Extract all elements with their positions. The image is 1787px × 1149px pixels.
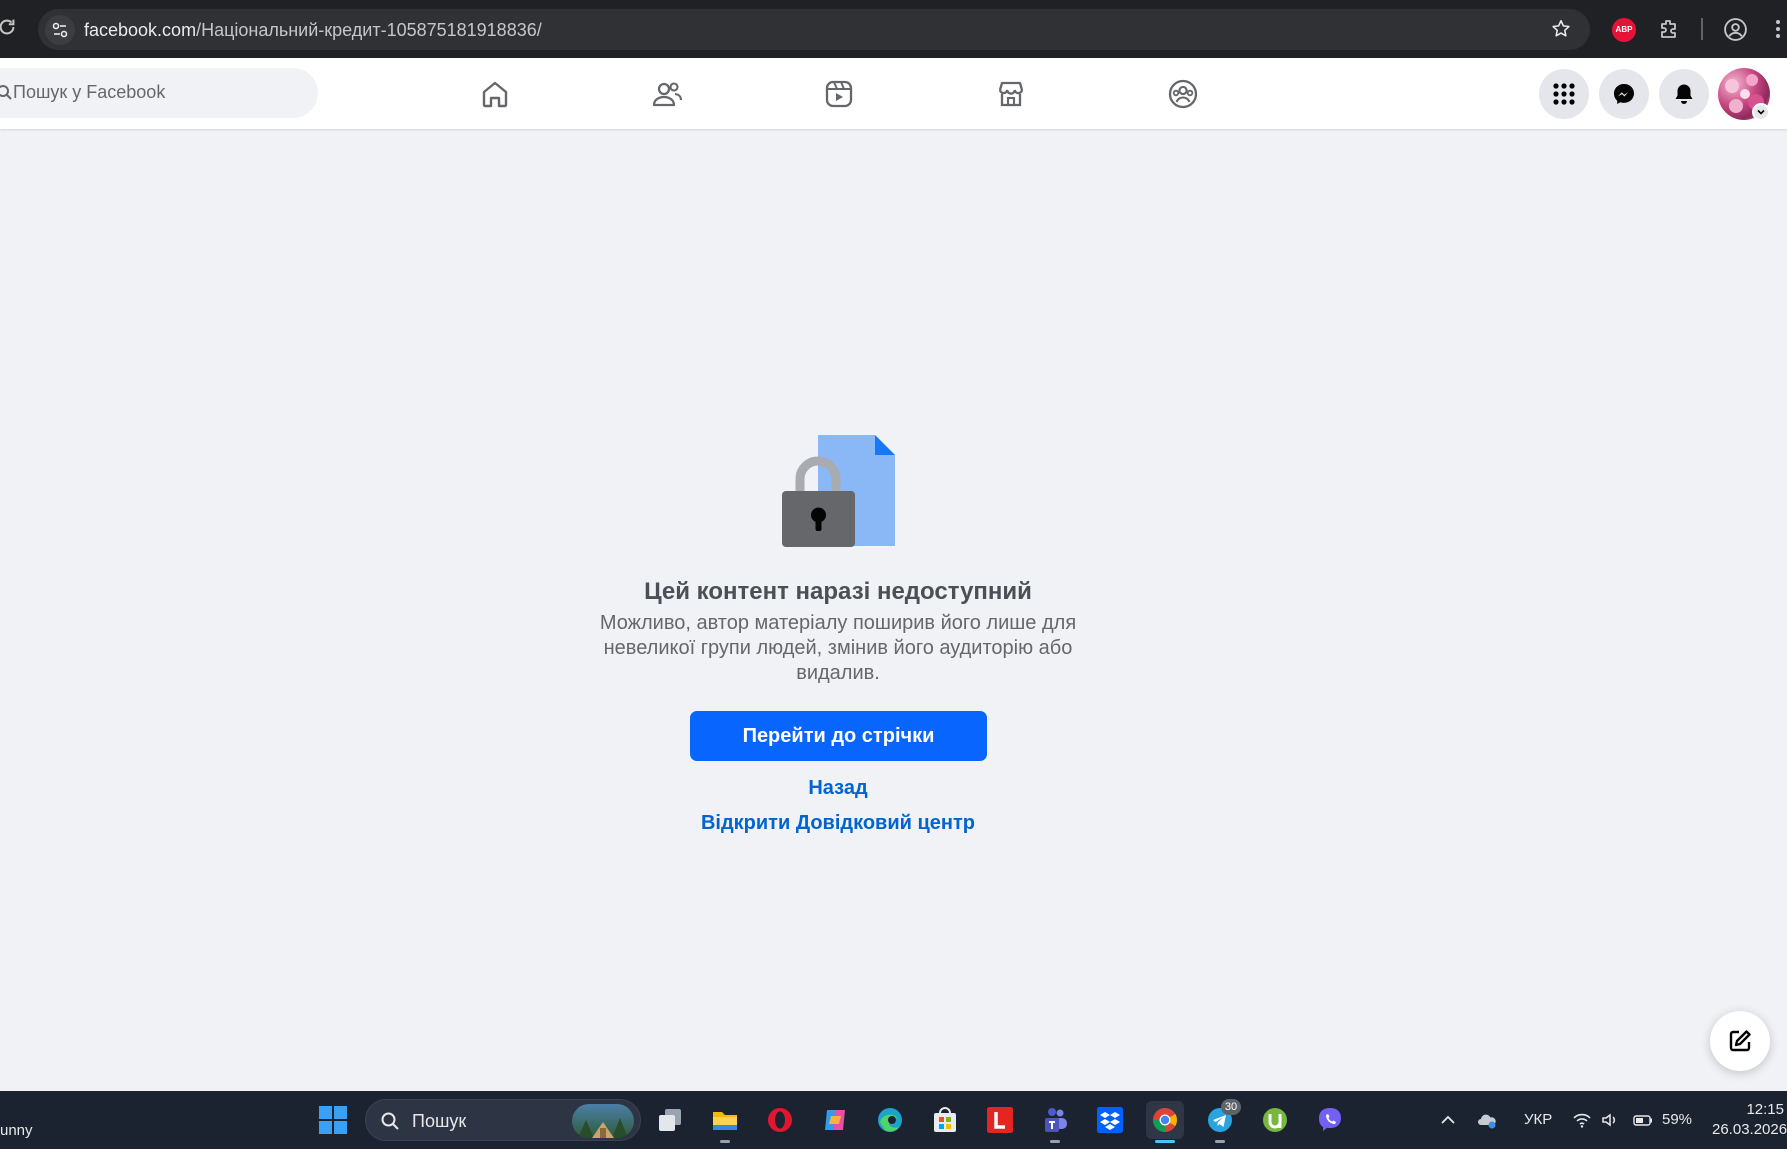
telegram-unread-badge: 30	[1221, 1099, 1241, 1115]
address-bar[interactable]: facebook.com/Національний-кредит-1058751…	[38, 9, 1590, 50]
l-letter-icon	[987, 1107, 1013, 1133]
language-indicator[interactable]: УКР	[1524, 1111, 1552, 1128]
grid-menu-icon	[1553, 83, 1575, 105]
copilot-icon	[825, 1110, 845, 1130]
url-path: /Національний-кредит-105875181918836/	[196, 20, 542, 40]
help-center-link[interactable]: Відкрити Довідковий центр	[538, 812, 1138, 835]
clock-date: 26.03.2026	[1712, 1121, 1787, 1138]
unavailable-description: Можливо, автор матеріалу поширив його ли…	[599, 612, 1077, 684]
task-view-icon	[659, 1109, 681, 1131]
compose-icon	[1729, 1030, 1751, 1052]
opera-icon	[768, 1108, 792, 1132]
site-info-icon[interactable]	[45, 15, 75, 45]
reload-icon[interactable]	[0, 16, 18, 38]
windows-start-icon[interactable]	[318, 1105, 348, 1135]
edge-icon	[878, 1108, 902, 1132]
search-placeholder: Пошук у Facebook	[13, 82, 166, 102]
marketplace-icon[interactable]	[995, 78, 1027, 110]
copilot-app[interactable]	[816, 1101, 854, 1139]
teams-icon	[1045, 1108, 1067, 1132]
go-to-feed-button[interactable]: Перейти до стрічки	[690, 711, 987, 761]
lingvo-app[interactable]	[981, 1101, 1019, 1139]
facebook-header: Пошук у Facebook	[0, 58, 1787, 129]
groups-icon[interactable]	[1167, 78, 1199, 110]
store-icon	[934, 1107, 956, 1132]
chevron-up-icon[interactable]	[1438, 1110, 1458, 1130]
home-icon[interactable]	[479, 78, 511, 110]
browser-menu-icon[interactable]	[1772, 17, 1784, 41]
dropbox-icon	[1097, 1107, 1123, 1133]
utorrent-app[interactable]	[1256, 1101, 1294, 1139]
task-view-app[interactable]	[651, 1101, 689, 1139]
bell-icon	[1675, 84, 1693, 104]
microsoft-store-app[interactable]	[926, 1101, 964, 1139]
messenger-icon	[1614, 84, 1634, 104]
windows-taskbar: unny Пошук 30 УКР 59% 12:15 26.03.2026	[0, 1091, 1787, 1149]
toolbar-divider	[1701, 18, 1703, 40]
bookmark-star-icon[interactable]	[1550, 18, 1572, 40]
locked-content-icon	[782, 435, 895, 547]
clock-time: 12:15	[1746, 1101, 1784, 1118]
messenger-button[interactable]	[1599, 69, 1649, 119]
edge-app[interactable]	[871, 1101, 909, 1139]
folder-icon	[713, 1112, 737, 1130]
battery-icon[interactable]	[1633, 1110, 1653, 1130]
weather-widget[interactable]: unny	[0, 1122, 33, 1139]
chrome-app[interactable]	[1146, 1101, 1184, 1143]
search-icon	[0, 85, 12, 100]
friends-icon[interactable]	[651, 78, 683, 110]
adblock-extension-icon[interactable]: ABP	[1612, 18, 1636, 42]
dropbox-app[interactable]	[1091, 1101, 1129, 1139]
search-icon	[381, 1112, 399, 1130]
file-explorer-app[interactable]	[706, 1101, 744, 1143]
menu-button[interactable]	[1539, 69, 1589, 119]
wifi-icon[interactable]	[1572, 1110, 1592, 1130]
taskbar-search[interactable]: Пошук	[365, 1099, 641, 1141]
notifications-button[interactable]	[1659, 69, 1709, 119]
viber-app[interactable]	[1311, 1101, 1349, 1139]
teams-app[interactable]	[1036, 1101, 1074, 1143]
search-highlight-image	[572, 1104, 634, 1138]
clock[interactable]: 12:15 26.03.2026	[1712, 1100, 1787, 1140]
onedrive-icon[interactable]	[1477, 1110, 1497, 1130]
profile-icon[interactable]	[1723, 17, 1748, 42]
battery-percent: 59%	[1662, 1111, 1693, 1128]
new-message-button[interactable]	[1710, 1011, 1770, 1071]
back-link[interactable]: Назад	[538, 777, 1138, 800]
url-text[interactable]: facebook.com/Національний-кредит-1058751…	[84, 20, 542, 41]
video-icon[interactable]	[823, 78, 855, 110]
url-host: facebook.com	[84, 20, 197, 40]
speaker-icon[interactable]	[1600, 1110, 1620, 1130]
opera-app[interactable]	[761, 1101, 799, 1139]
viber-icon	[1319, 1108, 1341, 1131]
chrome-icon	[1153, 1108, 1177, 1132]
page-title: Цей контент наразі недоступний	[644, 578, 1032, 605]
account-dropdown[interactable]	[1752, 103, 1770, 121]
browser-toolbar: facebook.com/Національний-кредит-1058751…	[0, 0, 1787, 58]
facebook-search-input[interactable]: Пошук у Facebook	[0, 68, 318, 118]
extensions-puzzle-icon[interactable]	[1657, 17, 1681, 41]
taskbar-search-label: Пошук	[412, 1111, 467, 1131]
utorrent-icon	[1263, 1108, 1287, 1132]
telegram-app[interactable]: 30	[1201, 1099, 1241, 1143]
chevron-down-icon	[1757, 109, 1765, 115]
